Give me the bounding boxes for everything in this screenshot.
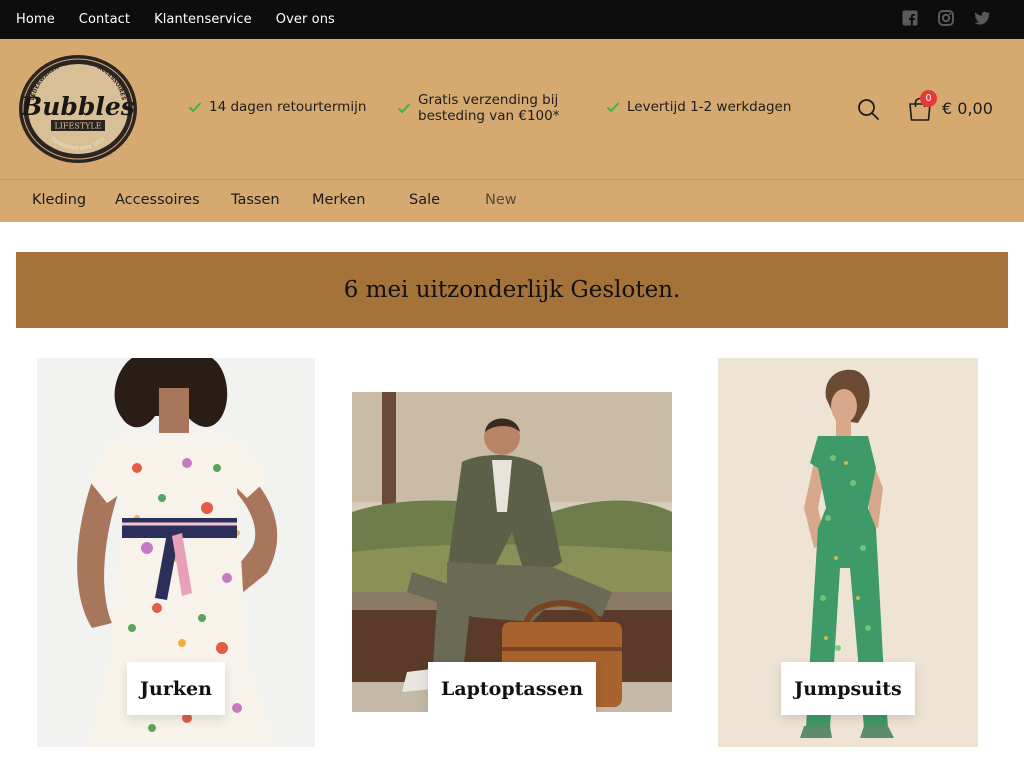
- check-icon: [606, 102, 620, 113]
- top-link-contact[interactable]: Contact: [79, 12, 130, 27]
- usp-shipping-line1: Gratis verzending bij: [418, 92, 559, 108]
- usp-returns-text: 14 dagen retourtermijn: [209, 99, 367, 115]
- category-card-jurken[interactable]: Jurken: [37, 358, 315, 747]
- category-card-jumpsuits[interactable]: Jumpsuits: [718, 358, 978, 747]
- usp-delivery-text: Levertijd 1-2 werkdagen: [627, 99, 792, 115]
- instagram-icon[interactable]: [938, 10, 954, 26]
- category-card-laptoptassen[interactable]: Laptoptassen: [352, 392, 672, 712]
- social-links: [902, 10, 991, 26]
- top-link-over-ons[interactable]: Over ons: [276, 12, 335, 27]
- logo-wordmark: Bubbles: [20, 92, 135, 121]
- usp-shipping-text: Gratis verzending bij besteding van €100*: [418, 92, 559, 124]
- usp-returns: 14 dagen retourtermijn: [188, 99, 366, 115]
- nav-item-new[interactable]: New: [485, 192, 517, 208]
- usp-shipping-line2: besteding van €100*: [418, 108, 560, 124]
- twitter-icon[interactable]: [974, 10, 991, 26]
- nav-item-tassen[interactable]: Tassen: [231, 192, 280, 208]
- top-link-home[interactable]: Home: [16, 12, 55, 27]
- nav-item-merken[interactable]: Merken: [312, 192, 365, 208]
- usp-delivery: Levertijd 1-2 werkdagen: [606, 99, 791, 115]
- category-label-jurken[interactable]: Jurken: [127, 662, 225, 715]
- category-label-laptoptassen[interactable]: Laptoptassen: [428, 662, 596, 712]
- bubbles-logo[interactable]: LEDERWAREN · KLEDING · ACCESSOIRES Bubbl…: [17, 53, 139, 165]
- usp-shipping: Gratis verzending bij besteding van €100*: [397, 92, 559, 124]
- nav-item-accessoires[interactable]: Accessoires: [115, 192, 200, 208]
- top-link-klantenservice[interactable]: Klantenservice: [154, 12, 252, 27]
- nav-item-sale[interactable]: Sale: [409, 192, 440, 208]
- facebook-icon[interactable]: [902, 10, 918, 26]
- cart-count-badge: 0: [920, 90, 937, 107]
- cart-total[interactable]: € 0,00: [942, 99, 993, 118]
- search-icon[interactable]: [856, 97, 880, 121]
- category-label-jumpsuits[interactable]: Jumpsuits: [781, 662, 915, 715]
- check-icon: [397, 103, 411, 114]
- main-nav: Kleding Accessoires Tassen Merken Sale N…: [0, 179, 1024, 222]
- banner-text: 6 mei uitzonderlijk Gesloten.: [343, 277, 681, 303]
- top-bar: Home Contact Klantenservice Over ons: [0, 0, 1024, 39]
- top-links: Home Contact Klantenservice Over ons: [16, 0, 335, 39]
- check-icon: [188, 102, 202, 113]
- nav-item-kleding[interactable]: Kleding: [32, 192, 86, 208]
- announcement-banner: 6 mei uitzonderlijk Gesloten.: [16, 252, 1008, 328]
- site-header: LEDERWAREN · KLEDING · ACCESSOIRES Bubbl…: [0, 39, 1024, 179]
- logo-subtitle: LIFESTYLE: [54, 122, 101, 131]
